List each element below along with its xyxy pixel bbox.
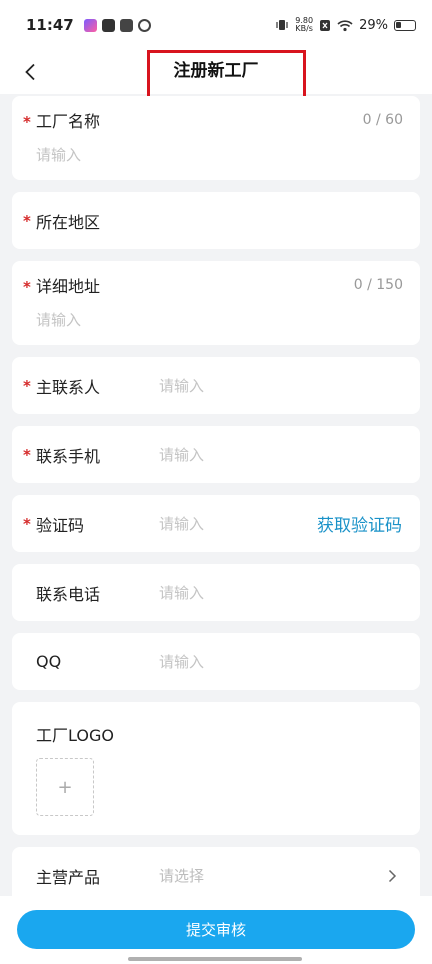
field-contact-person: * 主联系人 <box>12 357 420 414</box>
field-address: * 详细地址 0 / 150 <box>12 261 420 345</box>
required-mark: * <box>23 514 31 533</box>
required-mark: * <box>23 376 31 395</box>
address-input[interactable] <box>36 311 376 329</box>
field-label: 工厂LOGO <box>36 726 114 745</box>
submit-review-button[interactable]: 提交审核 <box>17 910 415 949</box>
mail-icon <box>119 18 133 32</box>
field-label: 工厂名称 <box>36 112 101 131</box>
chevron-left-icon <box>25 63 35 81</box>
wifi-icon <box>337 19 353 31</box>
status-bar: 11:47 9.80 KB/s 29% <box>0 0 432 50</box>
network-speed: 9.80 KB/s <box>295 17 313 33</box>
required-mark: * <box>23 211 31 230</box>
app-notification-icon <box>83 18 97 32</box>
field-qq: QQ <box>12 633 420 690</box>
field-label: 所在地区 <box>36 212 101 232</box>
field-contact-phone: 联系电话 <box>12 564 420 621</box>
page-title: 注册新工厂 <box>173 60 259 81</box>
field-region[interactable]: * 所在地区 <box>12 192 420 249</box>
status-right: 9.80 KB/s 29% <box>275 17 416 33</box>
footer-bar: 提交审核 <box>0 896 432 964</box>
required-mark: * <box>23 445 31 464</box>
field-label: 联系手机 <box>36 446 101 466</box>
field-label: 联系电话 <box>36 584 101 604</box>
network-speed-unit: KB/s <box>295 24 313 33</box>
plus-icon: + <box>57 776 73 798</box>
char-counter: 0 / 60 <box>362 112 403 128</box>
required-mark: * <box>23 278 31 296</box>
battery-icon <box>394 19 416 31</box>
field-factory-name: * 工厂名称 0 / 60 <box>12 96 420 180</box>
main-products-select[interactable]: 请选择 <box>159 865 388 886</box>
chevron-right-icon <box>388 869 402 883</box>
required-mark: * <box>23 113 31 131</box>
field-label: 主营产品 <box>36 867 101 887</box>
sync-icon <box>137 18 151 32</box>
field-factory-logo: 工厂LOGO + <box>12 702 420 835</box>
field-label: 详细地址 <box>36 277 101 296</box>
register-form: * 工厂名称 0 / 60 * 所在地区 * 详细地址 0 / 150 * 主联… <box>12 96 420 916</box>
nav-bar: 注册新工厂 <box>0 50 432 108</box>
get-verify-code-button[interactable]: 获取验证码 <box>317 511 402 536</box>
char-counter: 0 / 150 <box>353 277 403 293</box>
tiktok-icon <box>101 18 115 32</box>
verify-code-input[interactable] <box>159 514 317 533</box>
field-label: QQ <box>36 652 62 671</box>
status-time: 11:47 <box>26 16 74 34</box>
field-contact-mobile: * 联系手机 <box>12 426 420 483</box>
field-label: 验证码 <box>36 515 85 535</box>
back-button[interactable] <box>16 58 44 86</box>
contact-mobile-input[interactable] <box>159 445 402 464</box>
contact-phone-input[interactable] <box>159 583 402 602</box>
contact-person-input[interactable] <box>159 376 402 395</box>
qq-input[interactable] <box>159 652 402 671</box>
home-indicator[interactable] <box>128 957 302 961</box>
field-verify-code: * 验证码 获取验证码 <box>12 495 420 552</box>
field-label: 主联系人 <box>36 377 101 397</box>
factory-name-input[interactable] <box>36 146 376 164</box>
battery-percent: 29% <box>359 17 388 33</box>
vibrate-icon <box>276 20 288 30</box>
sim-off-icon <box>320 19 331 31</box>
status-app-icons <box>83 18 151 32</box>
logo-upload-button[interactable]: + <box>36 758 94 816</box>
